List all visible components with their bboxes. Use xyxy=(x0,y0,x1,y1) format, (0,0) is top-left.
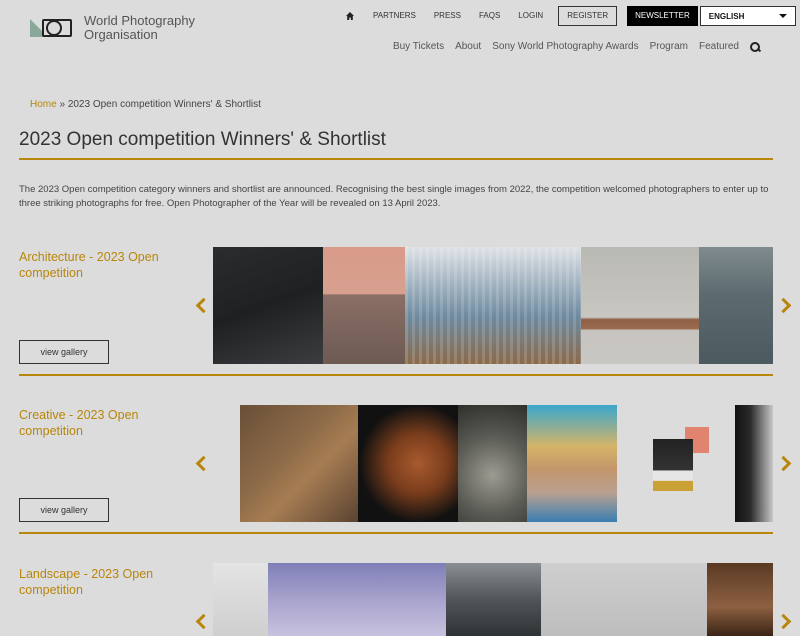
main-nav: Buy Tickets About Sony World Photography… xyxy=(393,41,760,52)
nav-featured[interactable]: Featured xyxy=(699,41,739,52)
gallery-thumbnail[interactable] xyxy=(323,247,405,364)
site-logo[interactable]: World Photography Organisation xyxy=(30,14,214,42)
breadcrumb-separator: » xyxy=(59,99,66,110)
language-select[interactable]: ENGLISH xyxy=(699,6,796,26)
gallery-thumbnail[interactable] xyxy=(735,405,773,522)
gallery-thumbnail[interactable] xyxy=(213,247,323,364)
nav-program[interactable]: Program xyxy=(650,41,688,52)
language-value: ENGLISH xyxy=(708,11,745,21)
page-title: 2023 Open competition Winners' & Shortli… xyxy=(19,129,386,150)
title-divider xyxy=(19,158,773,160)
nav-press[interactable]: PRESS xyxy=(425,6,470,26)
breadcrumb-home[interactable]: Home xyxy=(30,99,57,110)
brand-name: World Photography Organisation xyxy=(84,13,196,42)
view-gallery-button[interactable]: view gallery xyxy=(19,498,109,522)
nav-faqs[interactable]: FAQS xyxy=(470,6,509,26)
chevron-left-icon[interactable] xyxy=(194,456,208,470)
chevron-right-icon[interactable] xyxy=(778,298,792,312)
gallery-thumbnail[interactable] xyxy=(405,247,581,364)
top-nav: PARTNERS PRESS FAQS LOGIN REGISTER NEWSL… xyxy=(336,6,796,26)
nav-buy-tickets[interactable]: Buy Tickets xyxy=(393,41,444,52)
nav-sony-awards[interactable]: Sony World Photography Awards xyxy=(492,41,638,52)
home-icon[interactable] xyxy=(336,6,364,26)
chevron-right-icon[interactable] xyxy=(778,614,792,628)
view-gallery-button[interactable]: view gallery xyxy=(19,340,109,364)
gallery-thumbnail[interactable] xyxy=(707,563,773,636)
gallery-thumbnail[interactable] xyxy=(617,405,735,522)
section-title[interactable]: Architecture - 2023 Open competition xyxy=(19,249,179,281)
breadcrumb: Home » 2023 Open competition Winners' & … xyxy=(30,99,261,110)
gallery-thumbnail[interactable] xyxy=(527,405,617,522)
logo-mark-icon xyxy=(30,19,74,37)
gallery-strip xyxy=(213,247,773,364)
chevron-left-icon[interactable] xyxy=(194,614,208,628)
gallery-thumbnail[interactable] xyxy=(240,405,358,522)
gallery-thumbnail[interactable] xyxy=(541,563,707,636)
section-title[interactable]: Landscape - 2023 Open competition xyxy=(19,566,179,598)
register-button[interactable]: REGISTER xyxy=(558,6,618,26)
search-icon[interactable] xyxy=(750,41,760,52)
intro-text: The 2023 Open competition category winne… xyxy=(19,184,769,209)
gallery-strip xyxy=(213,563,773,636)
newsletter-button[interactable]: NEWSLETTER xyxy=(627,6,698,26)
section-title[interactable]: Creative - 2023 Open competition xyxy=(19,407,179,439)
nav-partners[interactable]: PARTNERS xyxy=(364,6,425,26)
nav-about[interactable]: About xyxy=(455,41,481,52)
gallery-strip xyxy=(240,405,773,522)
nav-login[interactable]: LOGIN xyxy=(509,6,552,26)
gallery-thumbnail[interactable] xyxy=(446,563,541,636)
breadcrumb-current: 2023 Open competition Winners' & Shortli… xyxy=(67,99,261,110)
chevron-down-icon xyxy=(778,14,787,18)
gallery-thumbnail[interactable] xyxy=(458,405,527,522)
section-divider xyxy=(19,374,773,376)
section-divider xyxy=(19,532,773,534)
chevron-left-icon[interactable] xyxy=(194,298,208,312)
gallery-thumbnail[interactable] xyxy=(358,405,458,522)
chevron-right-icon[interactable] xyxy=(778,456,792,470)
gallery-thumbnail[interactable] xyxy=(213,563,268,636)
gallery-thumbnail[interactable] xyxy=(268,563,446,636)
gallery-thumbnail[interactable] xyxy=(699,247,773,364)
gallery-thumbnail[interactable] xyxy=(581,247,699,364)
